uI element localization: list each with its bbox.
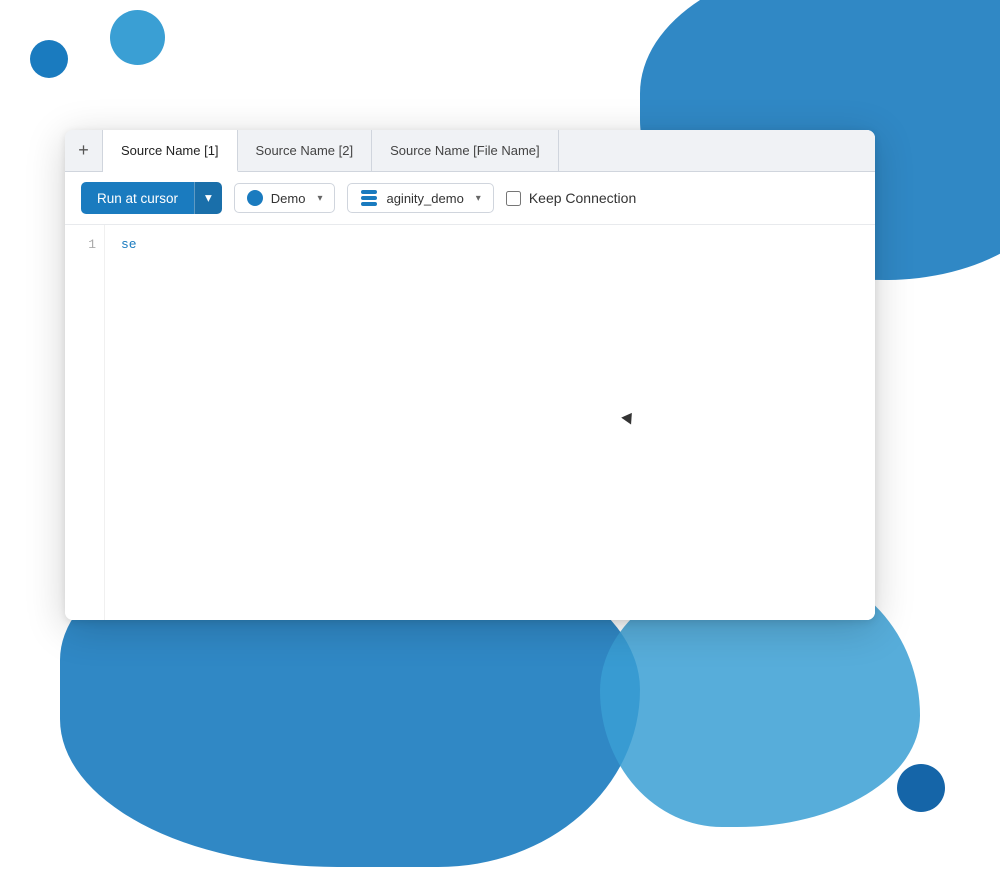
tab-source-1[interactable]: Source Name [1] (103, 130, 238, 172)
tab-bar: + Source Name [1] Source Name [2] Source… (65, 130, 875, 172)
code-editor[interactable]: se (105, 225, 875, 620)
connection-icon (247, 190, 263, 206)
run-button-group: Run at cursor ▾ (81, 182, 222, 214)
chevron-down-icon: ▾ (317, 193, 322, 204)
keep-connection-checkbox[interactable] (506, 191, 521, 206)
toolbar: Run at cursor ▾ Demo ▾ aginity_demo ▾ Ke… (65, 172, 875, 225)
chevron-down-icon: ▾ (476, 193, 481, 204)
connection-value: Demo (271, 191, 306, 206)
keep-connection-text: Keep Connection (529, 190, 636, 206)
run-dropdown-arrow[interactable]: ▾ (194, 182, 222, 214)
database-value: aginity_demo (386, 191, 463, 206)
keep-connection-label[interactable]: Keep Connection (506, 190, 636, 206)
database-icon (360, 190, 378, 206)
circle-bottom-right (897, 764, 945, 812)
line-numbers: 1 (65, 225, 105, 620)
add-tab-button[interactable]: + (65, 130, 103, 171)
code-editor-area: 1 se (65, 225, 875, 620)
database-dropdown[interactable]: aginity_demo ▾ (347, 183, 493, 213)
connection-dropdown[interactable]: Demo ▾ (234, 183, 336, 213)
run-at-cursor-button[interactable]: Run at cursor (81, 182, 194, 214)
editor-window: + Source Name [1] Source Name [2] Source… (65, 130, 875, 620)
line-number-1: 1 (77, 237, 96, 252)
circle-top-left-1 (110, 10, 165, 65)
tab-source-2[interactable]: Source Name [2] (238, 130, 373, 171)
circle-top-left-2 (30, 40, 68, 78)
tab-source-file[interactable]: Source Name [File Name] (372, 130, 559, 171)
chevron-down-icon: ▾ (205, 190, 212, 206)
